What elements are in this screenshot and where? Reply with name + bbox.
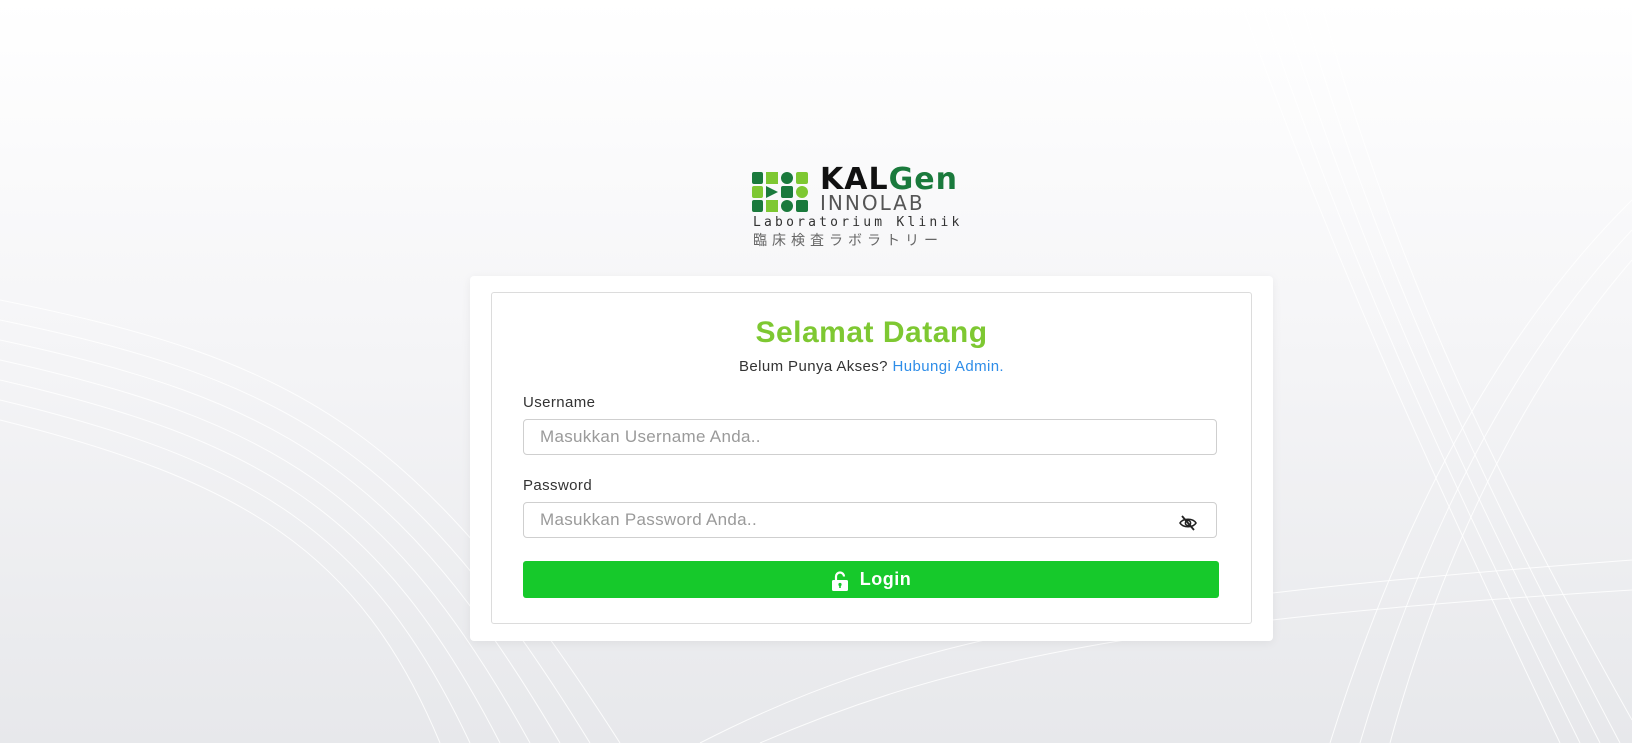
brand-logo: KALGen INNOLAB Laboratorium Klinik 臨床検査ラ… <box>752 164 992 252</box>
login-button-label: Login <box>859 569 912 589</box>
logo-mark-icon <box>752 172 808 212</box>
password-input[interactable] <box>523 502 1217 538</box>
login-button[interactable]: Login <box>523 561 1219 598</box>
contact-admin-link[interactable]: Hubungi Admin. <box>893 358 1005 375</box>
brand-subtitle: INNOLAB <box>820 191 925 215</box>
unlock-icon <box>831 570 848 591</box>
username-input[interactable] <box>523 419 1217 455</box>
eye-slash-icon[interactable] <box>1178 514 1198 532</box>
username-label: Username <box>523 394 596 411</box>
brand-tagline: Laboratorium Klinik <box>753 215 963 230</box>
brand-tagline-jp: 臨床検査ラボラトリー <box>753 233 943 249</box>
password-label: Password <box>523 477 593 494</box>
login-card: Selamat Datang Belum Punya Akses? Hubung… <box>470 276 1273 641</box>
welcome-title: Selamat Datang <box>755 316 988 349</box>
login-form: Selamat Datang Belum Punya Akses? Hubung… <box>491 292 1252 624</box>
access-prompt: Belum Punya Akses? Hubungi Admin. <box>492 358 1251 375</box>
access-prompt-text: Belum Punya Akses? <box>738 358 888 375</box>
